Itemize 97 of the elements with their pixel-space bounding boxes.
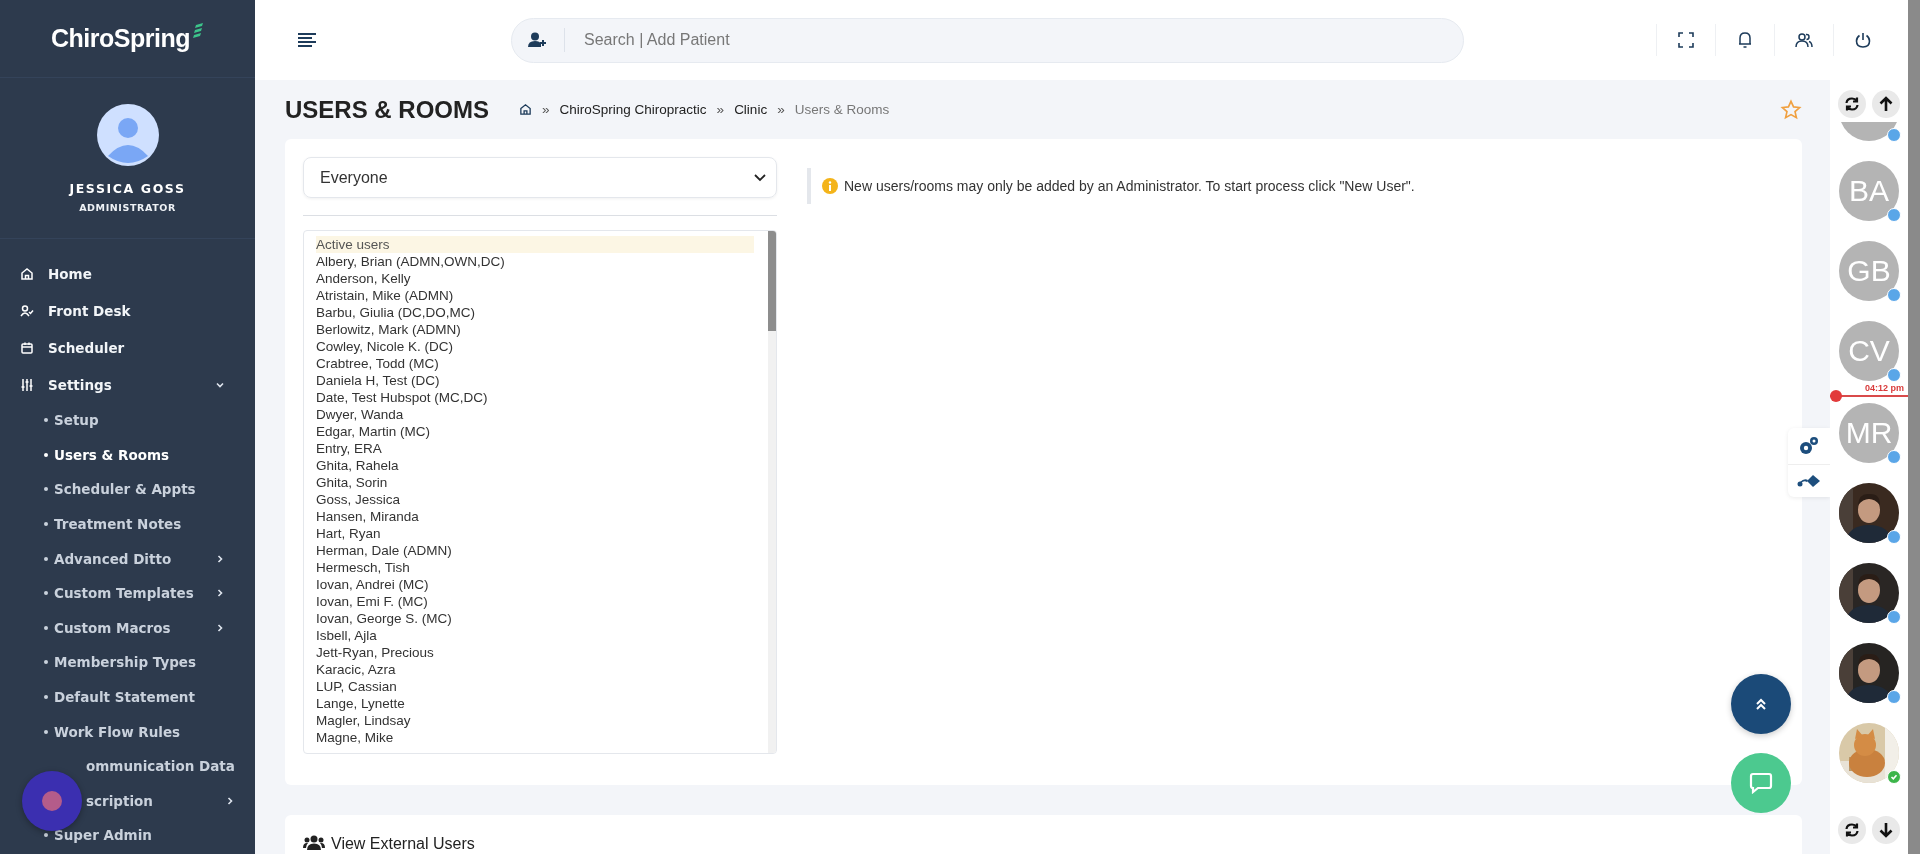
power-icon[interactable]	[1855, 32, 1871, 48]
users-icon	[303, 835, 325, 851]
home-icon[interactable]	[519, 103, 533, 116]
user-listbox[interactable]	[303, 230, 777, 754]
refresh-icon	[1844, 822, 1860, 838]
logo[interactable]: ChiroSpring	[51, 24, 190, 53]
user-option[interactable]: Ghita, Sorin	[316, 474, 754, 491]
avatar	[96, 104, 159, 166]
user-option[interactable]: Iovan, George S. (MC)	[316, 610, 754, 627]
user-option[interactable]: Goss, Jessica	[316, 491, 754, 508]
user-check-icon	[20, 303, 34, 318]
chevron-icon	[215, 622, 225, 633]
submenu-item[interactable]: Custom Templates	[0, 575, 255, 611]
scroll-up-button[interactable]	[1872, 90, 1900, 118]
user-option[interactable]: Atristain, Mike (ADMN)	[316, 287, 754, 304]
menu-icon[interactable]	[297, 33, 317, 47]
user-option[interactable]: Magler, Lindsay	[316, 712, 754, 729]
user-option[interactable]: Herman, Dale (ADMN)	[316, 542, 754, 559]
section-title[interactable]: View External Users	[331, 835, 475, 853]
search-input[interactable]: Search | Add Patient	[582, 30, 1463, 50]
user-option[interactable]: Isbell, Ajla	[316, 627, 754, 644]
chat-icon	[1749, 772, 1773, 794]
submenu-item[interactable]: Users & Rooms	[0, 437, 255, 473]
submenu-item[interactable]: Scheduler & Appts	[0, 472, 255, 507]
user-option[interactable]: Daniela H, Test (DC)	[316, 372, 754, 389]
user-option[interactable]: Hansen, Miranda	[316, 508, 754, 525]
calendar-icon	[20, 340, 34, 355]
nav-item[interactable]: Settings	[0, 366, 255, 403]
submenu-item[interactable]: Custom Macros	[0, 610, 255, 646]
user-option[interactable]: Dwyer, Wanda	[316, 406, 754, 423]
user-option[interactable]: Lange, Lynette	[316, 695, 754, 712]
current-time: 04:12 pm	[1863, 383, 1905, 393]
breadcrumb-separator: »	[716, 102, 725, 117]
scrollbar[interactable]	[1908, 0, 1920, 854]
user-name: JESSICA GOSS	[69, 181, 186, 196]
chevron-icon	[215, 588, 225, 599]
user-option[interactable]: Cowley, Nicole K. (DC)	[316, 338, 754, 355]
user-option[interactable]: Albery, Brian (ADMN,OWN,DC)	[316, 253, 754, 270]
user-option[interactable]: Hart, Ryan	[316, 525, 754, 542]
user-option[interactable]: Berlowitz, Mark (ADMN)	[316, 321, 754, 338]
assistant-button[interactable]	[22, 771, 82, 831]
home-icon	[20, 266, 34, 281]
submenu-item[interactable]: Super Admin	[0, 818, 255, 853]
submenu-item[interactable]: Setup	[0, 403, 255, 438]
user-option[interactable]: Crabtree, Todd (MC)	[316, 355, 754, 372]
submenu-item[interactable]: scription	[0, 783, 255, 819]
user-option[interactable]: Barbu, Giulia (DC,DO,MC)	[316, 304, 754, 321]
submenu-item[interactable]: ommunication Data	[0, 748, 255, 784]
user-option[interactable]: Active users	[316, 236, 754, 253]
scroll-down-button[interactable]	[1872, 816, 1900, 844]
arrow-down-icon	[1879, 822, 1893, 838]
refresh-icon	[1844, 96, 1860, 112]
user-option[interactable]: LUP, Cassian	[316, 678, 754, 695]
submenu-item[interactable]: Advanced Ditto	[0, 541, 255, 576]
double-chevron-up-icon	[1754, 697, 1768, 711]
nav-item[interactable]: Scheduler	[0, 329, 255, 366]
info-icon	[822, 178, 838, 194]
breadcrumb-separator: »	[777, 102, 785, 117]
nav-item[interactable]: Front Desk	[0, 292, 255, 329]
chevron-icon	[225, 795, 235, 806]
user-option[interactable]: Karacic, Azra	[316, 661, 754, 678]
arrow-up-icon	[1879, 96, 1893, 112]
user-option[interactable]: Ghita, Rahela	[316, 457, 754, 474]
user-option[interactable]: Jett-Ryan, Precious	[316, 644, 754, 661]
users-icon[interactable]	[1795, 32, 1813, 48]
add-user-icon	[528, 32, 548, 48]
user-option[interactable]: Date, Test Hubspot (MC,DC)	[316, 389, 754, 406]
submenu-item[interactable]: Treatment Notes	[0, 506, 255, 542]
breadcrumb-link[interactable]: Clinic	[734, 102, 768, 117]
fullscreen-icon[interactable]	[1678, 32, 1694, 48]
submenu-item[interactable]: Work Flow Rules	[0, 714, 255, 749]
chevron-down-icon	[754, 173, 766, 182]
breadcrumb-separator: »	[542, 102, 550, 117]
user-option[interactable]: Anderson, Kelly	[316, 270, 754, 287]
notification-icon[interactable]	[1737, 31, 1753, 49]
paint-bucket-icon[interactable]	[1797, 473, 1821, 489]
scrollbar-thumb[interactable]	[768, 231, 776, 331]
user-option[interactable]: Hermesch, Tish	[316, 559, 754, 576]
favorite-star-icon[interactable]	[1780, 98, 1802, 121]
user-option[interactable]: Iovan, Andrei (MC)	[316, 576, 754, 593]
gears-icon[interactable]	[1798, 436, 1820, 456]
logo-mark-icon	[191, 22, 204, 38]
notice-text: New users/rooms may only be added by an Administrator. To start process click "New User".	[844, 178, 1415, 194]
user-option[interactable]: Iovan, Emi F. (MC)	[316, 593, 754, 610]
user-option[interactable]: Edgar, Martin (MC)	[316, 423, 754, 440]
user-option[interactable]: Entry, ERA	[316, 440, 754, 457]
submenu-item[interactable]: Membership Types	[0, 645, 255, 680]
search-bar[interactable]: Search | Add Patient	[511, 17, 1464, 63]
user-option[interactable]: Magne, Mike	[316, 729, 754, 746]
nav-item[interactable]: Home	[0, 255, 255, 292]
filter-dropdown[interactable]: Everyone	[303, 157, 777, 198]
sliders-icon	[20, 377, 34, 392]
breadcrumb-link[interactable]: ChiroSpring Chiropractic	[559, 102, 707, 117]
page-title: USERS & ROOMS	[285, 95, 490, 124]
chevron-icon	[215, 553, 225, 564]
user-role: ADMINISTRATOR	[79, 202, 176, 213]
submenu-item[interactable]: Default Statement	[0, 679, 255, 715]
